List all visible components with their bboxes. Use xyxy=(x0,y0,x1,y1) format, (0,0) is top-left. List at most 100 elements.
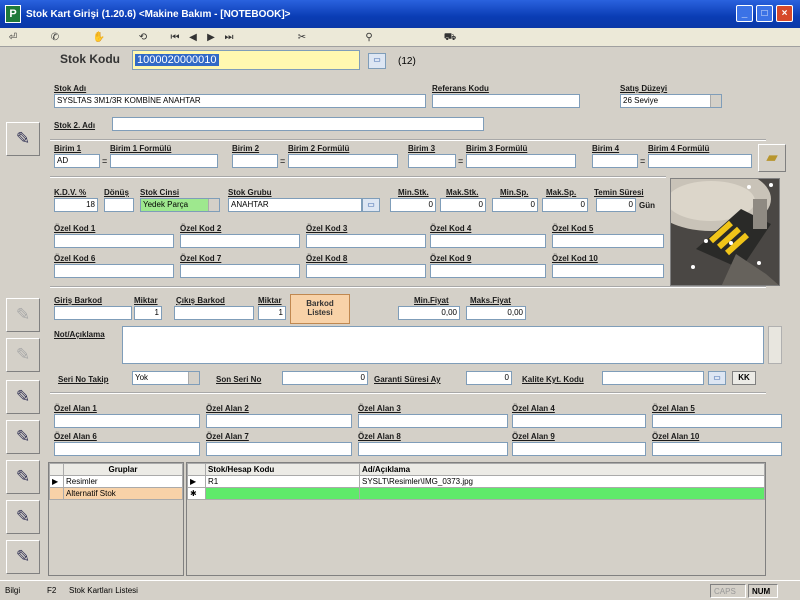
birim3f-input[interactable] xyxy=(466,154,576,168)
min-stk-input[interactable]: 0 xyxy=(390,198,436,212)
stok-adi-input[interactable]: SYSLTAS 3M1/3R KOMBİNE ANAHTAR xyxy=(54,94,426,108)
cut-icon[interactable]: ✂ xyxy=(292,30,312,45)
maks-fiyat-input[interactable]: 0,00 xyxy=(466,306,526,320)
son-seri-input[interactable]: 0 xyxy=(282,371,368,385)
not-textarea[interactable] xyxy=(122,326,764,364)
not-scrollbar[interactable] xyxy=(768,326,782,364)
cikis-barkod-input[interactable] xyxy=(174,306,254,320)
garanti-input[interactable]: 0 xyxy=(466,371,512,385)
min-stk-label: Min.Stk. xyxy=(398,188,429,197)
hand-icon[interactable]: ✋ xyxy=(92,30,106,45)
search-icon[interactable]: ⚲ xyxy=(362,30,376,45)
next-record-icon[interactable]: ▶ xyxy=(204,30,218,45)
gun-label: Gün xyxy=(639,201,655,210)
birim4f-input[interactable] xyxy=(648,154,752,168)
ozel-kod-input[interactable] xyxy=(430,234,546,248)
ozel-alan-input[interactable] xyxy=(206,414,352,428)
min-fiyat-input[interactable]: 0,00 xyxy=(398,306,460,320)
ozel-kod-input[interactable] xyxy=(306,234,426,248)
ozel-alan-input[interactable] xyxy=(206,442,352,456)
prev-record-icon[interactable]: ◀ xyxy=(186,30,200,45)
donus-label: Dönüş xyxy=(104,188,129,197)
file-row[interactable]: ▶ R1 SYSLT\Resimler\IMG_0373.jpg xyxy=(187,475,765,488)
ozel-kod-input[interactable] xyxy=(306,264,426,278)
refresh-icon[interactable]: ⟲ xyxy=(136,30,150,45)
birim2-input[interactable] xyxy=(232,154,278,168)
referans-input[interactable] xyxy=(432,94,580,108)
kalite-input[interactable] xyxy=(602,371,704,385)
tool-icon[interactable]: ✎ xyxy=(6,540,40,574)
stok-grubu-search-button[interactable]: ▭ xyxy=(362,198,380,212)
mak-sp-input[interactable]: 0 xyxy=(542,198,588,212)
folder-icon[interactable]: ▰ xyxy=(758,144,786,172)
birim3-input[interactable] xyxy=(408,154,456,168)
maximize-button[interactable]: □ xyxy=(756,5,773,22)
stok-cinsi-label: Stok Cinsi xyxy=(140,188,180,197)
stok-kodu-search-button[interactable]: ▭ xyxy=(368,53,386,69)
barkod-listesi-button[interactable]: Barkod Listesi xyxy=(290,294,350,324)
minimize-button[interactable]: _ xyxy=(736,5,753,22)
stok-kodu-value: 1000020000010 xyxy=(135,54,219,66)
ozel-alan-input[interactable] xyxy=(358,414,508,428)
transport-icon[interactable]: ⛟ xyxy=(440,30,460,45)
stok-kodu-input[interactable]: 1000020000010 xyxy=(132,50,360,70)
first-record-icon[interactable]: ⏮ xyxy=(168,30,182,45)
ozel-alan-input[interactable] xyxy=(512,414,646,428)
kk-button[interactable]: KK xyxy=(732,371,756,385)
birim1-input[interactable]: AD xyxy=(54,154,100,168)
ozel-alan-label: Özel Alan 3 xyxy=(358,404,401,413)
ozel-kod-input[interactable] xyxy=(180,264,300,278)
product-image[interactable] xyxy=(670,178,780,286)
tool-icon[interactable]: ✎ xyxy=(6,338,40,372)
kdv-input[interactable]: 18 xyxy=(54,198,98,212)
tool-icon[interactable]: ✎ xyxy=(6,460,40,494)
ozel-kod-label: Özel Kod 10 xyxy=(552,254,598,263)
ozel-kod-input[interactable] xyxy=(180,234,300,248)
min-sp-input[interactable]: 0 xyxy=(492,198,538,212)
birim2f-input[interactable] xyxy=(288,154,398,168)
close-button[interactable]: × xyxy=(776,5,793,22)
group-row[interactable]: ▶ Resimler xyxy=(49,475,183,488)
last-record-icon[interactable]: ⏭ xyxy=(222,30,236,45)
ozel-alan-input[interactable] xyxy=(358,442,508,456)
ozel-kod-input[interactable] xyxy=(54,264,174,278)
temin-label: Temin Süresi xyxy=(594,188,644,197)
enter-icon[interactable]: ⏎ xyxy=(6,30,20,45)
edit-icon[interactable]: ✎ xyxy=(6,122,40,156)
seri-no-takip-select[interactable]: Yok xyxy=(132,371,200,385)
stok-grubu-input[interactable]: ANAHTAR xyxy=(228,198,362,212)
tool-icon[interactable]: ✎ xyxy=(6,500,40,534)
miktar2-input[interactable]: 1 xyxy=(258,306,286,320)
giris-barkod-input[interactable] xyxy=(54,306,132,320)
ozel-alan-input[interactable] xyxy=(54,414,200,428)
mak-stk-input[interactable]: 0 xyxy=(440,198,486,212)
ozel-alan-label: Özel Alan 1 xyxy=(54,404,97,413)
kalite-search-button[interactable]: ▭ xyxy=(708,371,726,385)
stok2-label: Stok 2. Adı xyxy=(54,121,96,130)
new-row[interactable]: ✱ xyxy=(187,487,765,500)
tool-icon[interactable]: ✎ xyxy=(6,380,40,414)
ozel-alan-input[interactable] xyxy=(652,414,782,428)
phone-icon[interactable]: ✆ xyxy=(48,30,62,45)
miktar1-input[interactable]: 1 xyxy=(134,306,162,320)
tool-icon[interactable]: ✎ xyxy=(6,298,40,332)
satis-duzeyi-select[interactable]: 26 Seviye xyxy=(620,94,722,108)
ozel-alan-input[interactable] xyxy=(54,442,200,456)
group-row[interactable]: Alternatif Stok xyxy=(49,487,183,500)
ozel-kod-input[interactable] xyxy=(430,264,546,278)
ozel-kod-input[interactable] xyxy=(54,234,174,248)
donus-input[interactable] xyxy=(104,198,134,212)
ozel-alan-input[interactable] xyxy=(652,442,782,456)
kdv-label: K.D.V. % xyxy=(54,188,87,197)
ozel-kod-label: Özel Kod 4 xyxy=(430,224,472,233)
ozel-kod-input[interactable] xyxy=(552,234,664,248)
stok-cinsi-select[interactable]: Yedek Parça xyxy=(140,198,220,212)
birim1f-input[interactable] xyxy=(110,154,218,168)
ozel-kod-input[interactable] xyxy=(552,264,664,278)
birim4-input[interactable] xyxy=(592,154,638,168)
stok2-input[interactable] xyxy=(112,117,484,131)
ozel-alan-input[interactable] xyxy=(512,442,646,456)
caps-indicator: CAPS xyxy=(710,584,746,598)
temin-input[interactable]: 0 xyxy=(596,198,636,212)
tool-icon[interactable]: ✎ xyxy=(6,420,40,454)
